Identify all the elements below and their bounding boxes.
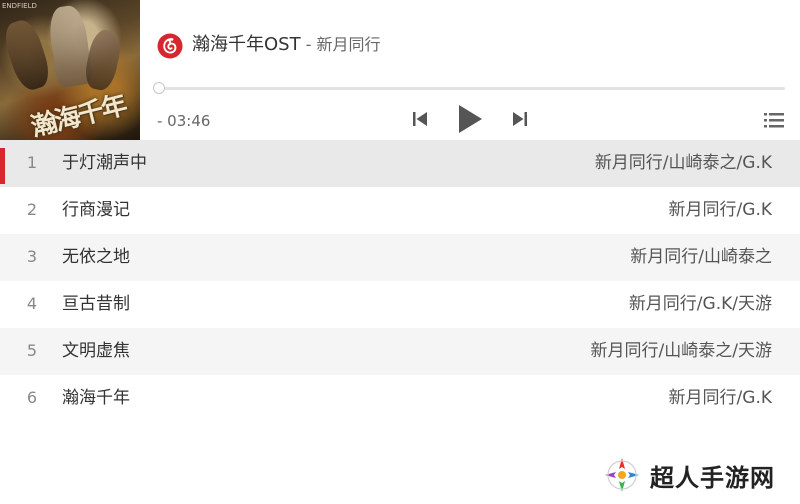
time-remaining: - 03:46 xyxy=(157,112,211,130)
play-icon[interactable] xyxy=(456,103,484,135)
progress-handle[interactable] xyxy=(153,82,165,94)
cover-figure xyxy=(0,16,54,94)
album-cover[interactable]: ENDFIELD 瀚海千年 xyxy=(0,0,140,140)
playlist-row[interactable]: 3 无依之地 新月同行/山崎泰之 xyxy=(0,234,800,281)
cover-title: 瀚海千年 xyxy=(28,90,129,140)
track-artist[interactable]: 新月同行/G.K xyxy=(669,386,772,410)
skip-next-icon[interactable] xyxy=(510,109,530,129)
track-name[interactable]: 无依之地 xyxy=(62,245,130,269)
cover-figure xyxy=(82,27,124,93)
track-number: 5 xyxy=(26,341,38,360)
track-name[interactable]: 于灯潮声中 xyxy=(62,151,147,175)
playlist-row[interactable]: 5 文明虚焦 新月同行/山崎泰之/天游 xyxy=(0,328,800,375)
playlist-row[interactable]: 1 于灯潮声中 新月同行/山崎泰之/G.K xyxy=(0,140,800,187)
track-artist[interactable]: 新月同行 xyxy=(317,35,381,54)
track-number: 4 xyxy=(26,294,38,313)
progress-bar[interactable] xyxy=(160,87,785,90)
playlist-icon[interactable] xyxy=(763,110,785,130)
site-logo-icon xyxy=(605,458,639,492)
track-artist[interactable]: 新月同行/山崎泰之 xyxy=(630,245,772,269)
playlist: 1 于灯潮声中 新月同行/山崎泰之/G.K 2 行商漫记 新月同行/G.K 3 … xyxy=(0,140,800,422)
music-player: ENDFIELD 瀚海千年 瀚海千年OST - 新月同行 - 03:46 xyxy=(0,0,800,140)
playlist-row[interactable]: 4 亘古昔制 新月同行/G.K/天游 xyxy=(0,281,800,328)
track-name[interactable]: 文明虚焦 xyxy=(62,339,130,363)
playlist-row[interactable]: 6 瀚海千年 新月同行/G.K xyxy=(0,375,800,422)
track-number: 6 xyxy=(26,388,38,407)
site-watermark: 超人手游网 xyxy=(602,455,775,495)
track-artist[interactable]: 新月同行/山崎泰之/G.K xyxy=(595,151,772,175)
netease-music-logo-icon xyxy=(157,33,183,59)
track-number: 2 xyxy=(26,200,38,219)
track-name[interactable]: 行商漫记 xyxy=(62,198,130,222)
track-artist[interactable]: 新月同行/G.K xyxy=(669,198,772,222)
track-title-line: 瀚海千年OST - 新月同行 xyxy=(192,33,381,57)
track-number: 1 xyxy=(26,153,38,172)
track-number: 3 xyxy=(26,247,38,266)
watermark-text: 超人手游网 xyxy=(650,463,775,492)
cover-tag: ENDFIELD xyxy=(2,2,37,10)
track-title: 瀚海千年OST xyxy=(192,34,301,55)
track-name[interactable]: 瀚海千年 xyxy=(62,386,130,410)
track-artist[interactable]: 新月同行/山崎泰之/天游 xyxy=(591,339,772,363)
skip-previous-icon[interactable] xyxy=(410,109,430,129)
track-name[interactable]: 亘古昔制 xyxy=(62,292,130,316)
active-track-marker xyxy=(0,148,5,184)
title-separator: - xyxy=(300,35,317,54)
playlist-row[interactable]: 2 行商漫记 新月同行/G.K xyxy=(0,187,800,234)
track-artist[interactable]: 新月同行/G.K/天游 xyxy=(629,292,772,316)
